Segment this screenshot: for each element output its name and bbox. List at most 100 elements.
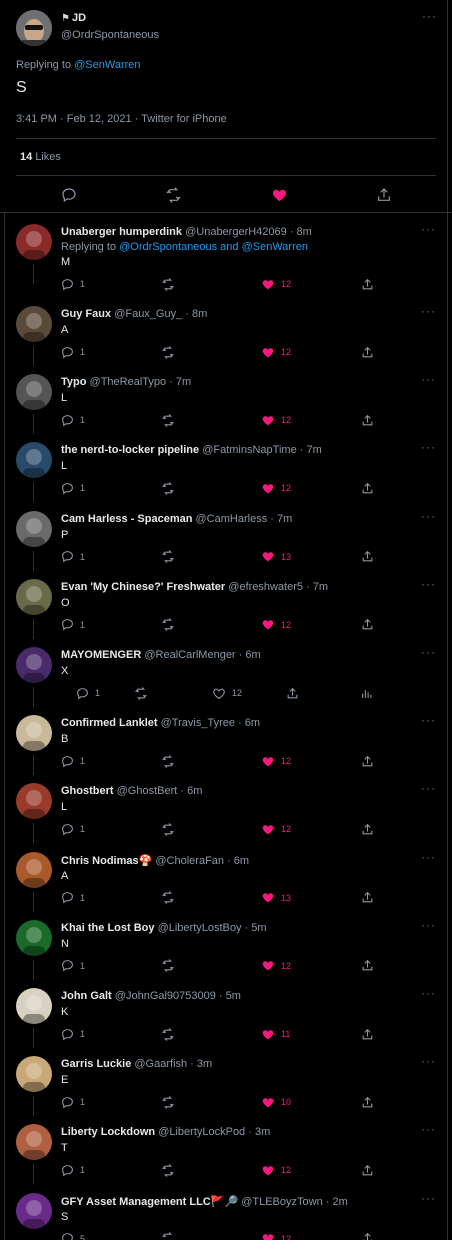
retweet-button[interactable]	[161, 549, 175, 565]
like-button[interactable]: 12	[261, 1231, 291, 1240]
like-button[interactable]: 13	[261, 890, 291, 906]
reply-button[interactable]: 1	[61, 1094, 85, 1110]
reply-tweet[interactable]: Garris Luckie @Gaarfish · 3m ··· E 1 10	[0, 1048, 452, 1117]
reply-tweet[interactable]: MAYOMENGER @RealCarlMenger · 6m ··· X 1 12	[0, 639, 452, 707]
like-button[interactable]: 13	[261, 549, 291, 565]
avatar[interactable]	[16, 647, 52, 683]
reply-button[interactable]: 1	[61, 617, 85, 633]
avatar[interactable]	[16, 988, 52, 1024]
reply-author-handle[interactable]: @efreshwater5 · 7m	[228, 581, 328, 593]
reply-tweet[interactable]: Ghostbert @GhostBert · 6m ··· L 1 12	[0, 775, 452, 844]
reply-author-name[interactable]: Unaberger humperdink	[61, 226, 182, 238]
avatar[interactable]	[16, 578, 52, 615]
share-button[interactable]	[361, 1231, 374, 1240]
more-options-icon[interactable]: ···	[421, 304, 436, 318]
reply-author-name[interactable]: Khai the Lost Boy	[61, 922, 155, 934]
like-button[interactable]: 12	[212, 685, 242, 701]
reply-tweet[interactable]: GFY Asset Management LLC🚩🔎 @TLEBoyzTown …	[0, 1185, 452, 1240]
share-button[interactable]	[286, 685, 299, 701]
reply-tweet[interactable]: Khai the Lost Boy @LibertyLostBoy · 5m ··…	[0, 912, 452, 980]
share-button[interactable]	[361, 480, 374, 496]
reply-tweet[interactable]: Chris Nodimas🍄 @CholeraFan · 6m ··· A 1 13	[0, 844, 452, 912]
reply-tweet[interactable]: Unaberger humperdink @UnabergerH42069 · …	[0, 216, 452, 298]
reply-author-name[interactable]: GFY Asset Management LLC🚩🔎	[61, 1196, 238, 1208]
replying-to-link[interactable]: @SenWarren	[74, 59, 140, 71]
reply-button[interactable]: 1	[61, 753, 85, 769]
reply-author-name[interactable]: Guy Faux	[61, 308, 111, 320]
retweet-button[interactable]	[161, 617, 175, 633]
reply-tweet[interactable]: Cam Harless - Spaceman @CamHarless · 7m ·…	[0, 503, 452, 571]
share-button[interactable]	[361, 821, 374, 837]
more-options-icon[interactable]: ···	[421, 1054, 436, 1068]
reply-button[interactable]: 1	[61, 412, 85, 428]
reply-author-name[interactable]: MAYOMENGER	[61, 649, 141, 661]
reply-author-name[interactable]: John Galt	[61, 990, 112, 1002]
reply-author-handle[interactable]: @TheRealTypo · 7m	[90, 376, 192, 388]
reply-button[interactable]: 1	[61, 821, 85, 837]
share-button[interactable]	[361, 1162, 374, 1178]
more-options-icon[interactable]: ···	[421, 645, 436, 659]
like-button[interactable]: 12	[261, 958, 291, 974]
retweet-button[interactable]	[161, 1026, 175, 1042]
more-options-icon[interactable]: ···	[421, 781, 436, 795]
reply-button[interactable]: 1	[61, 1162, 85, 1178]
like-button[interactable]: 12	[261, 480, 291, 496]
retweet-button[interactable]	[161, 821, 175, 837]
share-button[interactable]	[361, 1026, 374, 1042]
like-button[interactable]: 12	[261, 753, 291, 769]
reply-tweet[interactable]: Liberty Lockdown @LibertyLockPod · 3m ···…	[0, 1116, 452, 1185]
more-options-icon[interactable]: ···	[421, 986, 436, 1000]
avatar[interactable]	[16, 374, 52, 411]
reply-button[interactable]: 1	[61, 890, 85, 906]
reply-tweet[interactable]: Confirmed Lanklet @Travis_Tyree · 6m ··· B…	[0, 707, 452, 776]
likes-count[interactable]: 14 Likes	[20, 151, 61, 163]
avatar[interactable]	[16, 1056, 52, 1093]
reply-author-handle[interactable]: @Gaarfish · 3m	[134, 1058, 212, 1070]
reply-author-handle[interactable]: @LibertyLockPod · 3m	[158, 1126, 270, 1138]
more-options-icon[interactable]: ···	[421, 918, 436, 932]
reply-author-handle[interactable]: @JohnGal90753009 · 5m	[115, 990, 241, 1002]
like-button[interactable]: 12	[261, 344, 291, 360]
more-options-icon[interactable]: ···	[422, 9, 437, 23]
author-handle[interactable]: @OrdrSpontaneous	[61, 29, 159, 41]
more-options-icon[interactable]: ···	[421, 372, 436, 386]
share-button[interactable]	[361, 890, 374, 906]
like-icon[interactable]	[268, 184, 290, 206]
reply-icon[interactable]	[58, 184, 80, 206]
reply-author-handle[interactable]: @TLEBoyzTown · 2m	[241, 1196, 348, 1208]
share-button[interactable]	[361, 1094, 374, 1110]
reply-button[interactable]: 1	[61, 276, 85, 292]
like-button[interactable]: 10	[261, 1094, 291, 1110]
retweet-button[interactable]	[161, 753, 175, 769]
reply-tweet[interactable]: Evan 'My Chinese?' Freshwater @efreshwat…	[0, 571, 452, 639]
like-button[interactable]: 12	[261, 412, 291, 428]
retweet-button[interactable]	[161, 958, 175, 974]
reply-author-name[interactable]: Cam Harless - Spaceman	[61, 513, 192, 525]
more-options-icon[interactable]: ···	[421, 577, 436, 591]
reply-author-handle[interactable]: @FatminsNapTime · 7m	[202, 444, 322, 456]
reply-button[interactable]: 1	[61, 480, 85, 496]
avatar[interactable]	[16, 783, 52, 820]
reply-author-name[interactable]: Chris Nodimas🍄	[61, 855, 152, 867]
reply-author-handle[interactable]: @CamHarless · 7m	[196, 513, 293, 525]
reply-author-name[interactable]: Garris Luckie	[61, 1058, 131, 1070]
share-button[interactable]	[361, 958, 374, 974]
like-button[interactable]: 12	[261, 617, 291, 633]
reply-author-name[interactable]: Liberty Lockdown	[61, 1126, 155, 1138]
avatar[interactable]	[16, 306, 52, 342]
share-icon[interactable]	[373, 184, 395, 206]
reply-author-name[interactable]: Confirmed Lanklet	[61, 717, 158, 729]
retweet-button[interactable]	[161, 1094, 175, 1110]
retweet-button[interactable]	[161, 890, 175, 906]
avatar[interactable]	[16, 1124, 52, 1161]
share-button[interactable]	[361, 617, 374, 633]
reply-button[interactable]: 1	[76, 685, 100, 701]
reply-author-handle[interactable]: @RealCarlMenger · 6m	[144, 649, 260, 661]
tweet-meta[interactable]: 3:41 PM · Feb 12, 2021 · Twitter for iPh…	[16, 113, 227, 125]
retweet-button[interactable]	[134, 685, 148, 701]
reply-author-handle[interactable]: @Travis_Tyree · 6m	[161, 717, 260, 729]
more-options-icon[interactable]: ···	[421, 1122, 436, 1136]
share-button[interactable]	[361, 753, 374, 769]
avatar[interactable]	[16, 919, 52, 956]
reply-button[interactable]: 1	[61, 344, 85, 360]
